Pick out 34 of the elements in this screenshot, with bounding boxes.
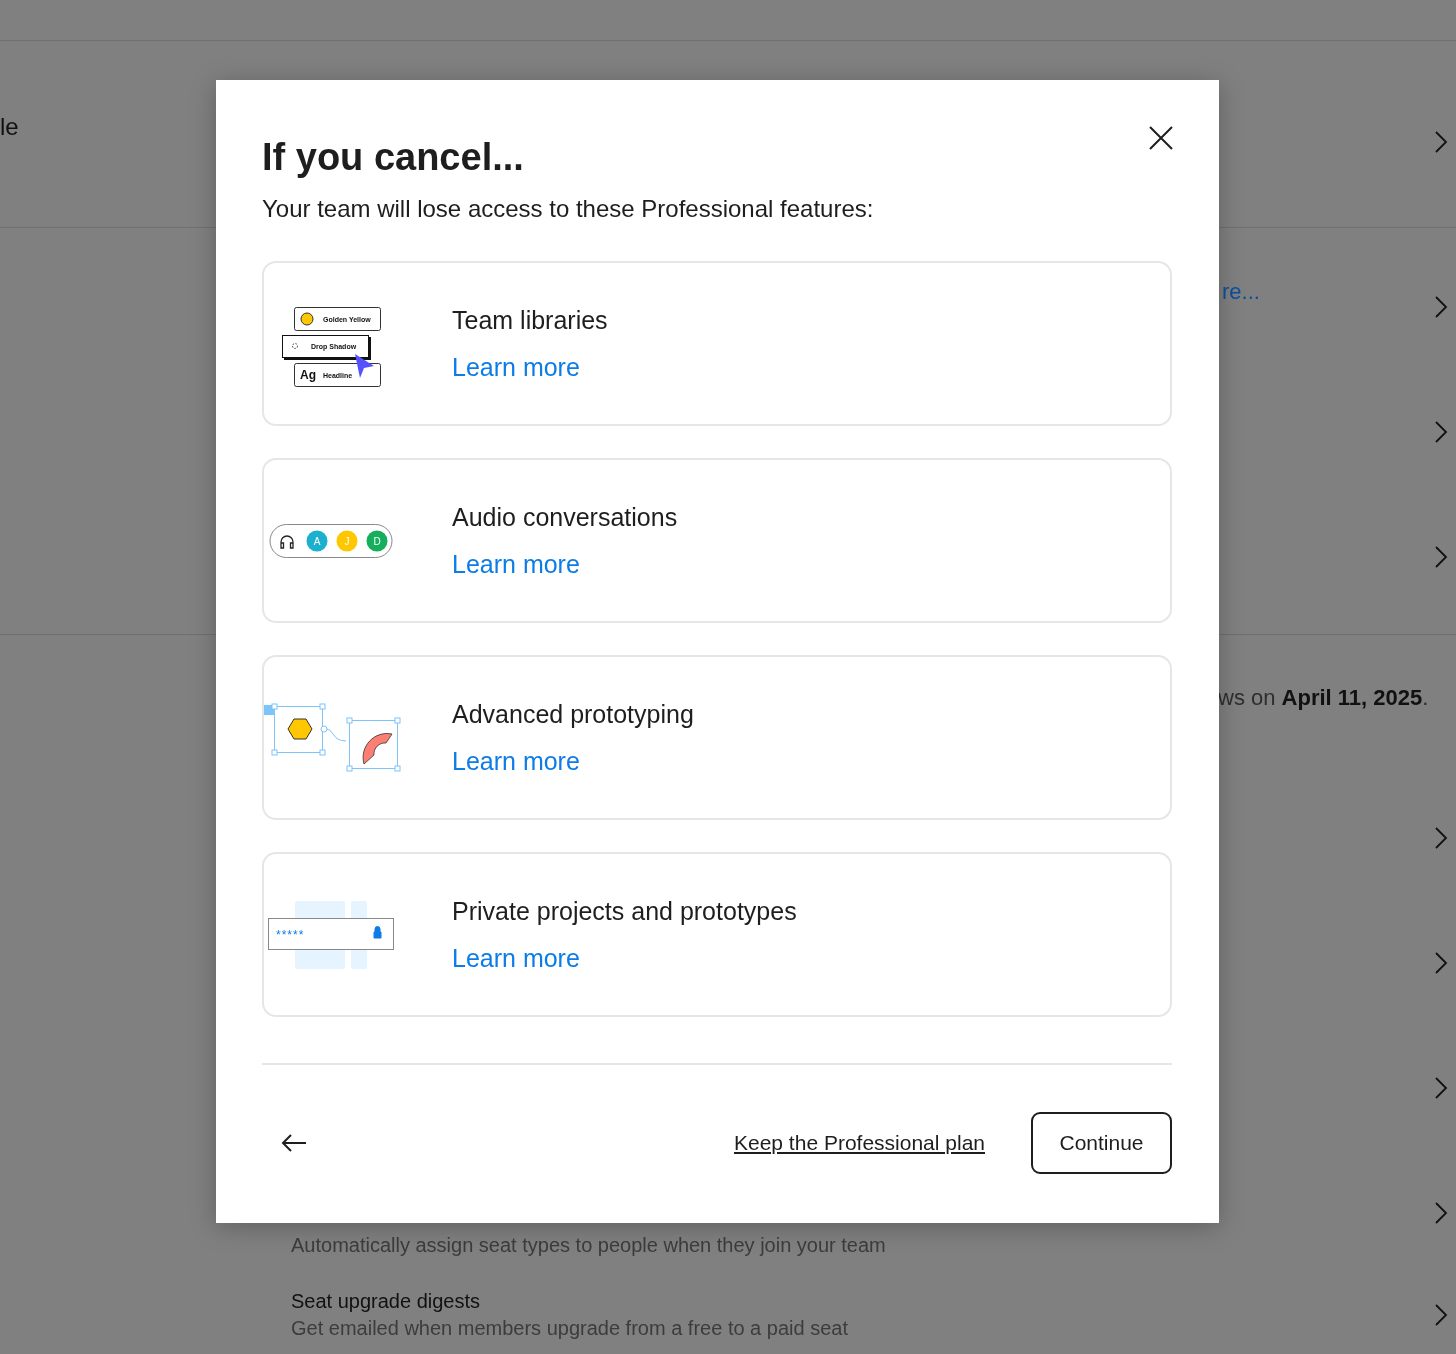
cursor-icon — [355, 353, 374, 378]
dialog-title: If you cancel... — [262, 136, 524, 179]
chevron-right-icon[interactable] — [1434, 1302, 1448, 1327]
chevron-right-icon[interactable] — [1434, 950, 1448, 975]
avatar: J — [336, 530, 358, 551]
chevron-right-icon[interactable] — [1434, 130, 1448, 154]
learn-more-link[interactable]: Learn more — [452, 549, 580, 579]
back-arrow-icon[interactable] — [280, 1132, 308, 1153]
keep-plan-link[interactable]: Keep the Professional plan — [734, 1130, 985, 1155]
chevron-right-icon[interactable] — [1434, 825, 1448, 850]
avatar: A — [306, 530, 328, 551]
dialog-subtitle: Your team will lose access to these Professional features: — [262, 195, 875, 223]
feature-title: Team libraries — [452, 305, 608, 335]
continue-button[interactable]: Continue — [1031, 1111, 1172, 1174]
renewal-notice: ws on April 11, 2025. — [1218, 684, 1429, 711]
feature-title: Audio conversations — [452, 502, 678, 532]
chevron-right-icon[interactable] — [1434, 419, 1448, 444]
learn-more-link[interactable]: Learn more — [452, 746, 580, 776]
password-field-drawing: ***** — [268, 917, 394, 950]
setting-description: Get emailed when members upgrade from a free to a paid seat — [291, 1316, 848, 1340]
feature-title: Private projects and prototypes — [452, 896, 797, 926]
learn-more-link[interactable]: Learn more — [452, 352, 580, 382]
chevron-right-icon[interactable] — [1434, 1200, 1448, 1225]
close-icon[interactable] — [1149, 126, 1173, 150]
avatar: D — [366, 530, 388, 551]
learn-more-link[interactable]: Learn more — [452, 943, 580, 973]
setting-title: Seat upgrade digests — [291, 1289, 482, 1313]
headphones-icon — [280, 534, 294, 549]
chevron-right-icon[interactable] — [1434, 1075, 1448, 1100]
section-heading: le — [0, 113, 19, 141]
feature-title: Advanced prototyping — [452, 699, 694, 729]
chevron-right-icon[interactable] — [1434, 544, 1448, 569]
setting-description: Automatically assign seat types to people when they join your team — [291, 1234, 886, 1257]
chevron-right-icon[interactable] — [1434, 294, 1448, 319]
